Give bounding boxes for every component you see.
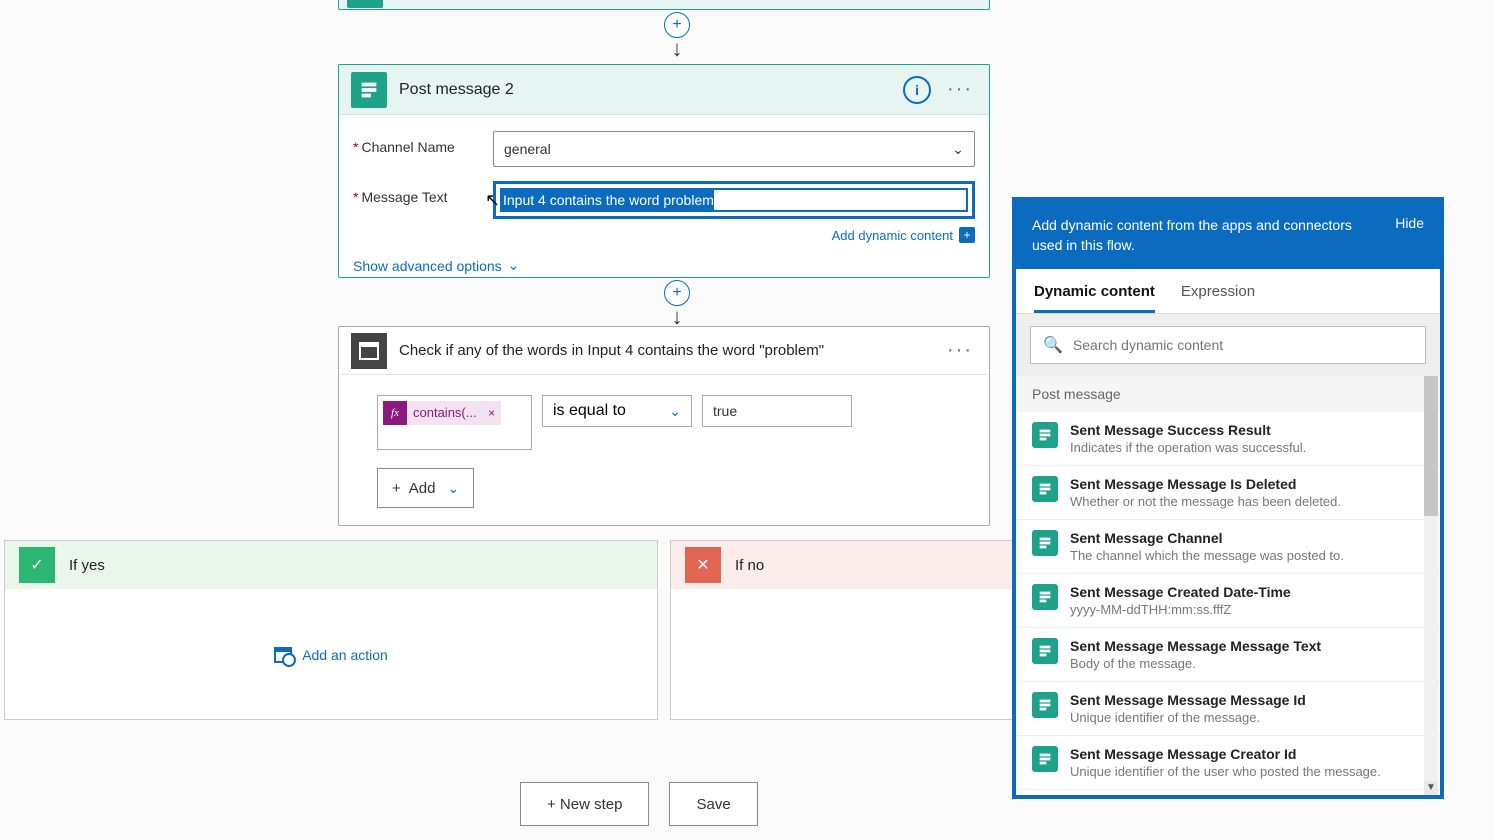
card-title: Check if any of the words in Input 4 con…	[399, 342, 931, 359]
info-icon[interactable]: i	[903, 76, 931, 104]
teams-icon	[1032, 584, 1058, 610]
dynamic-content-list[interactable]: Post message Sent Message Success Result…	[1016, 376, 1440, 795]
connector: + ↓	[664, 280, 690, 330]
teams-icon	[1032, 530, 1058, 556]
dynamic-content-panel: Add dynamic content from the apps and co…	[1012, 197, 1444, 799]
dynamic-content-item[interactable]: Sent Message Error MessagesDetails of th…	[1016, 790, 1440, 795]
tab-dynamic-content[interactable]: Dynamic content	[1034, 283, 1155, 313]
card-header[interactable]: Check if any of the words in Input 4 con…	[339, 327, 989, 375]
expression-token[interactable]: fx contains(... ×	[383, 401, 501, 425]
plus-icon: +	[392, 480, 401, 497]
search-input-wrap[interactable]: 🔍	[1030, 326, 1426, 364]
dynamic-content-item[interactable]: Sent Message Channel The channel which th…	[1016, 520, 1440, 574]
insert-step-button[interactable]: +	[664, 12, 690, 38]
teams-icon	[347, 0, 383, 8]
item-description: Indicates if the operation was successfu…	[1070, 440, 1424, 455]
connector: + ↓	[664, 12, 690, 62]
item-title: Sent Message Created Date-Time	[1070, 584, 1424, 600]
channel-name-dropdown[interactable]: general ⌄	[493, 131, 975, 167]
hide-panel-link[interactable]: Hide	[1395, 215, 1424, 231]
teams-icon	[1032, 746, 1058, 772]
item-description: Whether or not the message has been dele…	[1070, 494, 1424, 509]
tab-expression[interactable]: Expression	[1181, 283, 1255, 313]
channel-name-label: *Channel Name	[353, 131, 493, 155]
action-card-post-message-1[interactable]: Post message	[338, 0, 990, 10]
teams-icon	[1032, 476, 1058, 502]
panel-tabs: Dynamic content Expression	[1016, 269, 1440, 314]
dynamic-content-item[interactable]: Sent Message Success Result Indicates if …	[1016, 412, 1440, 466]
add-action-link[interactable]: Add an action	[274, 647, 388, 663]
item-description: The channel which the message was posted…	[1070, 548, 1424, 563]
message-text-value: Input 4 contains the word problem	[500, 188, 968, 212]
chevron-down-icon: ⌄	[508, 257, 520, 274]
scrollbar-thumb[interactable]	[1424, 376, 1438, 516]
item-title: Sent Message Message Is Deleted	[1070, 476, 1424, 492]
token-remove-icon[interactable]: ×	[483, 401, 501, 425]
more-menu-icon[interactable]: ···	[943, 78, 977, 101]
teams-icon	[351, 72, 387, 108]
item-description: Body of the message.	[1070, 656, 1424, 671]
dynamic-content-item[interactable]: Sent Message Created Date-Time yyyy-MM-dd…	[1016, 574, 1440, 628]
teams-icon	[1032, 422, 1058, 448]
condition-operator-value: is equal to	[553, 402, 626, 420]
item-title: Sent Message Success Result	[1070, 422, 1424, 438]
show-advanced-options-link[interactable]: Show advanced options ⌄	[353, 257, 975, 274]
condition-card: Check if any of the words in Input 4 con…	[338, 326, 990, 526]
new-step-button[interactable]: + New step	[520, 782, 649, 826]
add-dynamic-badge-icon: +	[959, 227, 975, 243]
item-title: Sent Message Message Message Id	[1070, 692, 1424, 708]
card-title: Post message 2	[399, 81, 891, 99]
dynamic-content-item[interactable]: Sent Message Message Is Deleted Whether o…	[1016, 466, 1440, 520]
teams-icon	[1032, 638, 1058, 664]
panel-header: Add dynamic content from the apps and co…	[1016, 201, 1440, 269]
action-card-post-message-2: Post message 2 i ··· *Channel Name gener…	[338, 64, 990, 278]
condition-icon	[351, 333, 387, 369]
scroll-down-icon[interactable]: ▼	[1424, 781, 1438, 795]
channel-name-value: general	[504, 141, 551, 157]
dynamic-content-item[interactable]: Sent Message Message Message Text Body of…	[1016, 628, 1440, 682]
dynamic-content-item[interactable]: Sent Message Message Creator Id Unique id…	[1016, 736, 1440, 790]
condition-value: true	[713, 403, 737, 419]
expression-token-text: contains(...	[407, 401, 483, 425]
branch-title: If yes	[69, 557, 105, 574]
bottom-toolbar: + New step Save	[520, 782, 758, 826]
item-description: yyyy-MM-ddTHH:mm:ss.fffZ	[1070, 602, 1424, 617]
check-icon: ✓	[19, 547, 55, 583]
item-description: Unique identifier of the message.	[1070, 710, 1424, 725]
save-button[interactable]: Save	[669, 782, 757, 826]
arrow-down-icon: ↓	[672, 36, 683, 62]
item-title: Sent Message Message Message Text	[1070, 638, 1424, 654]
if-yes-branch: ✓ If yes Add an action	[4, 540, 658, 720]
search-input[interactable]	[1073, 337, 1413, 353]
item-description: Unique identifier of the user who posted…	[1070, 764, 1424, 779]
condition-left-operand[interactable]: fx contains(... ×	[377, 395, 532, 450]
chevron-down-icon: ⌄	[669, 403, 681, 420]
close-icon: ✕	[685, 547, 721, 583]
teams-icon	[1032, 692, 1058, 718]
add-condition-button[interactable]: + Add ⌄	[377, 468, 474, 508]
branch-header[interactable]: ✓ If yes	[5, 541, 657, 589]
branch-title: If no	[735, 557, 764, 574]
card-header[interactable]: Post message 2 i ···	[339, 65, 989, 115]
condition-operator-dropdown[interactable]: is equal to ⌄	[542, 395, 692, 427]
panel-intro: Add dynamic content from the apps and co…	[1032, 215, 1352, 255]
group-label: Post message	[1016, 376, 1440, 412]
chevron-down-icon: ⌄	[447, 480, 459, 497]
item-title: Sent Message Message Creator Id	[1070, 746, 1424, 762]
item-title: Sent Message Channel	[1070, 530, 1424, 546]
condition-right-operand[interactable]: true	[702, 395, 852, 427]
fx-icon: fx	[383, 401, 407, 425]
insert-step-button[interactable]: +	[664, 280, 690, 306]
add-action-icon	[274, 647, 292, 663]
search-icon: 🔍	[1043, 335, 1063, 355]
add-dynamic-content-link[interactable]: Add dynamic content +	[832, 227, 975, 243]
chevron-down-icon: ⌄	[952, 141, 964, 158]
more-menu-icon[interactable]: ···	[943, 339, 977, 362]
message-text-label: *Message Text	[353, 181, 493, 205]
dynamic-content-item[interactable]: Sent Message Message Message Id Unique id…	[1016, 682, 1440, 736]
message-text-input[interactable]: Input 4 contains the word problem	[493, 181, 975, 219]
